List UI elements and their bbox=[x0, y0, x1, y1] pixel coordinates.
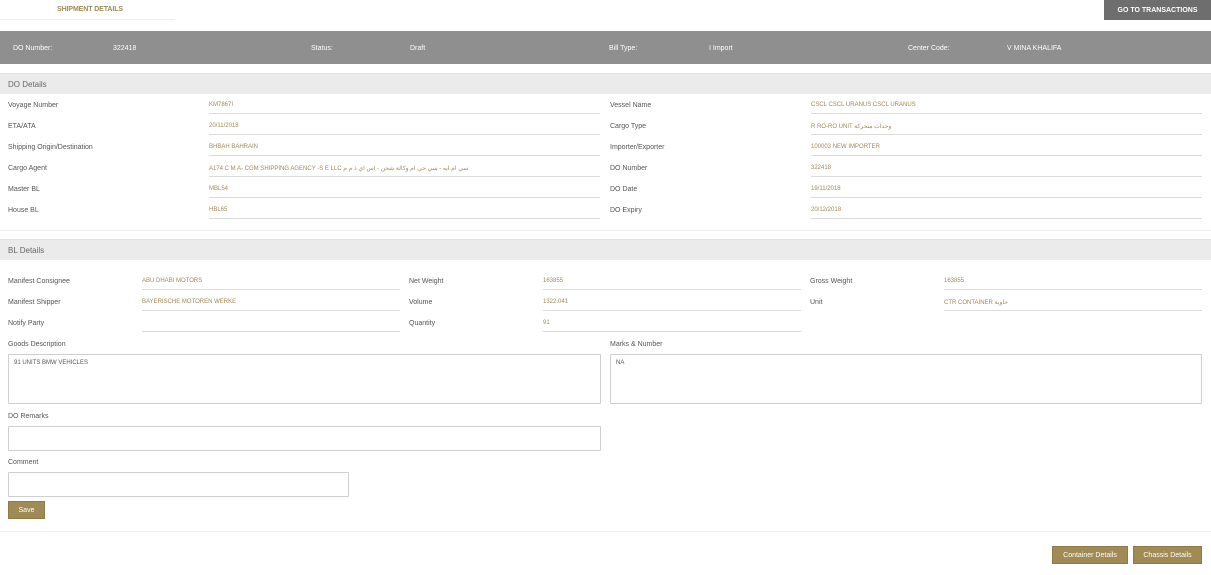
comment-label: Comment bbox=[8, 459, 39, 466]
notify-party-value bbox=[142, 312, 400, 332]
do-expiry-label: DO Expiry bbox=[610, 207, 642, 214]
cargo-type-label: Cargo Type bbox=[610, 123, 647, 130]
net-weight-value: 163855 bbox=[543, 270, 801, 290]
cargo-type-value: R RO-RO UNIT وحدات متحركة bbox=[811, 115, 1202, 135]
vessel-name-value: CSCL CSCL URANUS CSCL URANUS bbox=[811, 94, 1202, 114]
master-bl-value: MBL54 bbox=[209, 178, 600, 198]
do-remarks-field[interactable] bbox=[8, 426, 601, 451]
marks-number-label: Marks & Number bbox=[610, 341, 663, 348]
do-number-label: DO Number bbox=[610, 165, 648, 172]
notify-party-label: Notify Party bbox=[8, 320, 45, 327]
marks-number-field[interactable]: NA bbox=[610, 354, 1202, 404]
shipping-origin-value: BHBAH BAHRAIN bbox=[209, 136, 600, 156]
goods-description-field[interactable]: 91 UNITS BMW VEHICLES bbox=[8, 354, 601, 404]
do-expiry-value: 20/12/2018 bbox=[811, 199, 1202, 219]
center-code-summary-value: V MINA KHALIFA bbox=[1007, 45, 1062, 52]
section-divider bbox=[0, 230, 1211, 231]
center-code-summary-label: Center Code: bbox=[908, 45, 950, 52]
summary-bar: DO Number: 322418 Status: Draft Bill Typ… bbox=[0, 31, 1211, 64]
gross-weight-value: 163855 bbox=[944, 270, 1202, 290]
bill-type-summary-label: Bill Type: bbox=[609, 45, 638, 52]
gross-weight-label: Gross Weight bbox=[810, 278, 853, 285]
comment-field[interactable] bbox=[8, 472, 349, 497]
unit-value: CTR CONTAINER حاوية bbox=[944, 291, 1202, 311]
bill-type-summary-value: I Import bbox=[709, 45, 733, 52]
quantity-value: 91 bbox=[543, 312, 801, 332]
cargo-agent-value: A174 C M A- CGM SHIPPING AGENCY -S E LLC… bbox=[209, 157, 600, 177]
tab-shipment-details[interactable]: SHIPMENT DETAILS bbox=[0, 0, 175, 20]
eta-ata-value: 20/11/2018 bbox=[209, 115, 600, 135]
house-bl-label: House BL bbox=[8, 207, 39, 214]
do-details-header: DO Details bbox=[0, 73, 1211, 94]
bl-details-header: BL Details bbox=[0, 239, 1211, 260]
importer-exporter-value: 100003 NEW IMPORTER bbox=[811, 136, 1202, 156]
unit-label: Unit bbox=[810, 299, 823, 306]
status-summary-label: Status: bbox=[311, 45, 333, 52]
do-details-title: DO Details bbox=[8, 80, 47, 89]
chassis-details-button[interactable]: Chassis Details bbox=[1133, 546, 1202, 564]
voyage-number-label: Voyage Number bbox=[8, 102, 59, 109]
save-button[interactable]: Save bbox=[8, 501, 45, 519]
net-weight-label: Net Weight bbox=[409, 278, 444, 285]
footer-divider bbox=[0, 531, 1211, 532]
goods-description-label: Goods Description bbox=[8, 341, 66, 348]
vessel-name-label: Vessel Name bbox=[610, 102, 652, 109]
do-date-label: DO Date bbox=[610, 186, 638, 193]
manifest-shipper-value: BAYERISCHE MOTOREN WERKE bbox=[142, 291, 400, 311]
tab-shipment-details-label: SHIPMENT DETAILS bbox=[57, 6, 123, 13]
do-date-value: 19/11/2018 bbox=[811, 178, 1202, 198]
do-number-summary-value: 322418 bbox=[113, 45, 137, 52]
house-bl-value: HBL65 bbox=[209, 199, 600, 219]
go-to-transactions-button[interactable]: GO TO TRANSACTIONS bbox=[1104, 0, 1211, 20]
volume-value: 1322.041 bbox=[543, 291, 801, 311]
cargo-agent-label: Cargo Agent bbox=[8, 165, 47, 172]
status-summary-value: Draft bbox=[410, 45, 426, 52]
voyage-number-value: KM7867I bbox=[209, 94, 600, 114]
container-details-button[interactable]: Container Details bbox=[1052, 546, 1128, 564]
do-number-summary-label: DO Number: bbox=[13, 45, 53, 52]
manifest-consignee-value: ABU DHABI MOTORS bbox=[142, 270, 400, 290]
eta-ata-label: ETA/ATA bbox=[8, 123, 36, 130]
do-remarks-label: DO Remarks bbox=[8, 413, 49, 420]
importer-exporter-label: Importer/Exporter bbox=[610, 144, 665, 151]
shipping-origin-label: Shipping Origin/Destination bbox=[8, 144, 93, 151]
bl-details-title: BL Details bbox=[8, 246, 45, 255]
volume-label: Volume bbox=[409, 299, 433, 306]
quantity-label: Quantity bbox=[409, 320, 436, 327]
do-number-value: 322418 bbox=[811, 157, 1202, 177]
manifest-shipper-label: Manifest Shipper bbox=[8, 299, 61, 306]
manifest-consignee-label: Manifest Consignee bbox=[8, 278, 70, 285]
master-bl-label: Master BL bbox=[8, 186, 40, 193]
